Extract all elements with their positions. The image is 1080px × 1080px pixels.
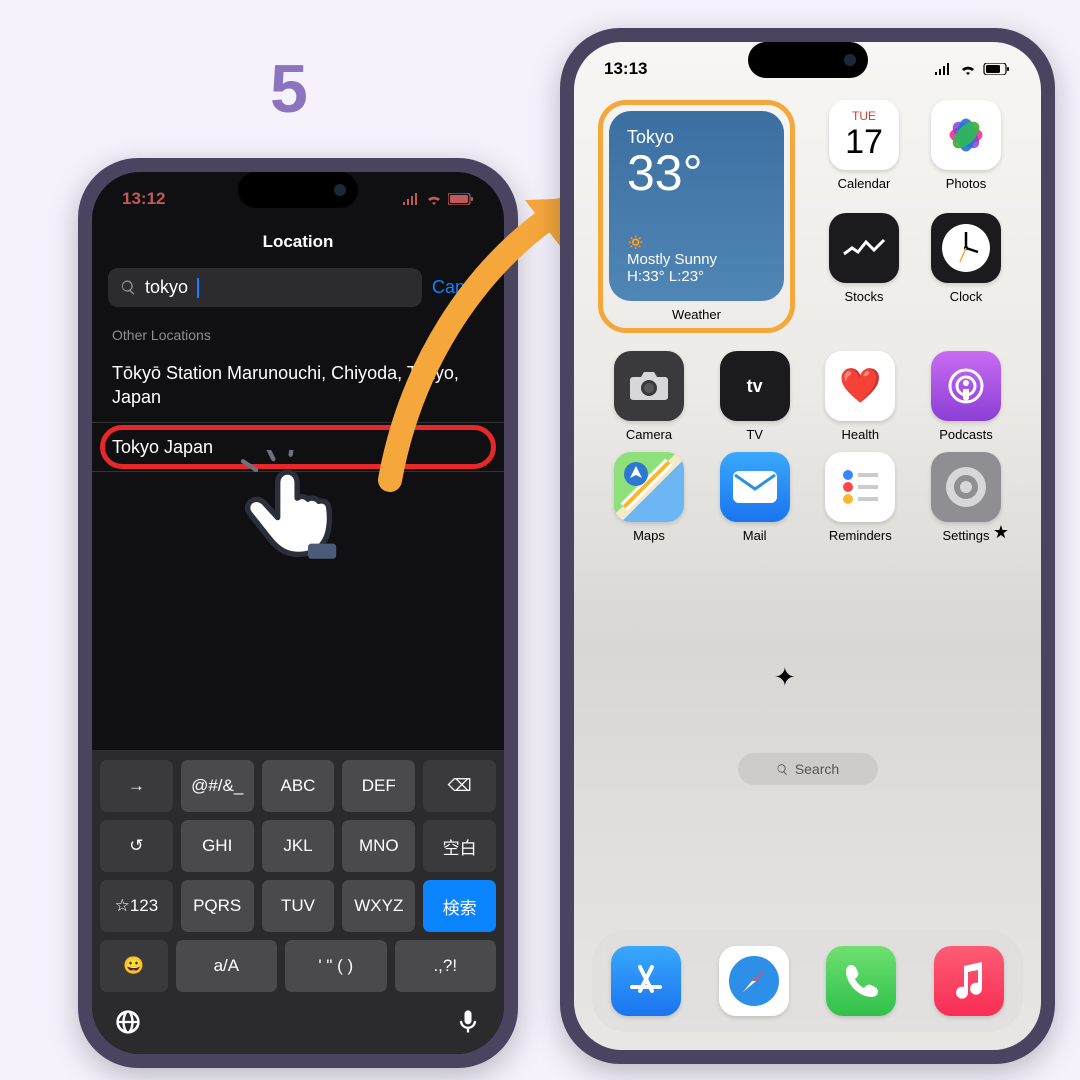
app-label: Camera	[598, 427, 700, 442]
photos-icon	[944, 113, 988, 157]
search-input[interactable]: tokyo	[108, 268, 422, 307]
search-label: Search	[795, 761, 839, 777]
clock-icon	[940, 222, 992, 274]
key-symbols[interactable]: @#/&_	[181, 760, 254, 812]
app-label: Photos	[915, 176, 1017, 191]
appstore-icon	[626, 961, 666, 1001]
key-backspace[interactable]: ⌫	[423, 760, 496, 812]
key-next[interactable]: →	[100, 760, 173, 812]
dock-safari[interactable]	[719, 946, 789, 1016]
globe-icon[interactable]	[114, 1008, 142, 1036]
app-label: Clock	[915, 289, 1017, 304]
app-stocks[interactable]: Stocks	[813, 213, 915, 304]
status-icons	[933, 63, 1011, 75]
phone-location-search: 13:12 Location tokyo Cancel Other Locati…	[78, 158, 518, 1068]
weather-condition: Mostly Sunny	[627, 251, 766, 268]
tap-cursor-icon	[230, 450, 360, 570]
app-label: Maps	[598, 528, 700, 543]
app-label: TV	[704, 427, 806, 442]
app-health[interactable]: ❤️Health	[809, 351, 911, 442]
app-label: Stocks	[813, 289, 915, 304]
sparkle-icon: ✦	[774, 662, 796, 693]
step-number: 5	[270, 50, 308, 128]
safari-icon	[725, 952, 783, 1010]
app-reminders[interactable]: Reminders	[809, 452, 911, 543]
mail-icon	[733, 471, 777, 503]
weather-widget[interactable]: Tokyo 33° 🔅 Mostly Sunny H:33° L:23°	[609, 111, 784, 301]
key-space[interactable]: 空白	[423, 820, 496, 872]
sparkle-icon: ★	[993, 522, 1009, 543]
key-search[interactable]: 検索	[423, 880, 496, 932]
status-time: 13:13	[604, 59, 647, 79]
text-caret	[197, 278, 199, 298]
maps-icon	[614, 452, 684, 522]
calendar-date: 17	[845, 123, 883, 162]
key-ghi[interactable]: GHI	[181, 820, 254, 872]
key-jkl[interactable]: JKL	[262, 820, 335, 872]
app-podcasts[interactable]: Podcasts	[915, 351, 1017, 442]
app-label: Reminders	[809, 528, 911, 543]
key-punct[interactable]: .,?!	[395, 940, 496, 992]
widget-highlight: Tokyo 33° 🔅 Mostly Sunny H:33° L:23° Wea…	[598, 100, 795, 333]
result-label: Tokyo Japan	[112, 437, 213, 457]
dock-music[interactable]	[934, 946, 1004, 1016]
key-quotes[interactable]: ' " ( )	[285, 940, 386, 992]
app-label: Podcasts	[915, 427, 1017, 442]
app-mail[interactable]: Mail	[704, 452, 806, 543]
dock-appstore[interactable]	[611, 946, 681, 1016]
app-clock[interactable]: Clock	[915, 213, 1017, 304]
key-case[interactable]: a/A	[176, 940, 277, 992]
app-photos[interactable]: Photos	[915, 100, 1017, 191]
mic-icon[interactable]	[454, 1008, 482, 1036]
dock	[592, 930, 1023, 1032]
app-camera[interactable]: Camera	[598, 351, 700, 442]
key-abc[interactable]: ABC	[262, 760, 335, 812]
dynamic-island	[238, 172, 358, 208]
search-icon	[776, 763, 789, 776]
podcasts-icon	[946, 366, 986, 406]
dynamic-island	[748, 42, 868, 78]
search-value: tokyo	[145, 277, 188, 298]
app-label: Health	[809, 427, 911, 442]
music-icon	[952, 962, 986, 1000]
home-search[interactable]: Search	[738, 753, 878, 785]
modal-title: Location	[92, 226, 504, 268]
reminders-icon	[838, 465, 882, 509]
search-icon	[120, 279, 137, 296]
key-wxyz[interactable]: WXYZ	[342, 880, 415, 932]
app-maps[interactable]: Maps	[598, 452, 700, 543]
phone-home-screen: 13:13 Tokyo 33°	[560, 28, 1055, 1064]
app-label: Calendar	[813, 176, 915, 191]
widget-label: Weather	[609, 307, 784, 322]
result-station[interactable]: Tōkyō Station Marunouchi, Chiyoda, Tokyo…	[92, 349, 504, 423]
weather-range: H:33° L:23°	[627, 268, 766, 285]
key-undo[interactable]: ↺	[100, 820, 173, 872]
section-header: Other Locations	[92, 321, 504, 349]
key-123[interactable]: ☆123	[100, 880, 173, 932]
dock-phone[interactable]	[826, 946, 896, 1016]
status-time: 13:12	[122, 189, 165, 209]
status-icons	[402, 193, 474, 205]
weather-temp: 33°	[627, 148, 766, 198]
phone-icon	[841, 961, 881, 1001]
camera-icon	[627, 369, 671, 403]
key-emoji[interactable]: 😀	[100, 940, 168, 992]
key-tuv[interactable]: TUV	[262, 880, 335, 932]
keyboard[interactable]: → @#/&_ ABC DEF ⌫ ↺ GHI JKL MNO 空白 ☆123 …	[92, 750, 504, 1054]
app-calendar[interactable]: TUE 17 Calendar	[813, 100, 915, 191]
app-tv[interactable]: tvTV	[704, 351, 806, 442]
key-mno[interactable]: MNO	[342, 820, 415, 872]
key-def[interactable]: DEF	[342, 760, 415, 812]
app-label: Mail	[704, 528, 806, 543]
key-pqrs[interactable]: PQRS	[181, 880, 254, 932]
cancel-button[interactable]: Cancel	[432, 277, 488, 298]
gear-icon	[942, 463, 990, 511]
stocks-icon	[842, 236, 886, 260]
calendar-day: TUE	[852, 109, 876, 123]
